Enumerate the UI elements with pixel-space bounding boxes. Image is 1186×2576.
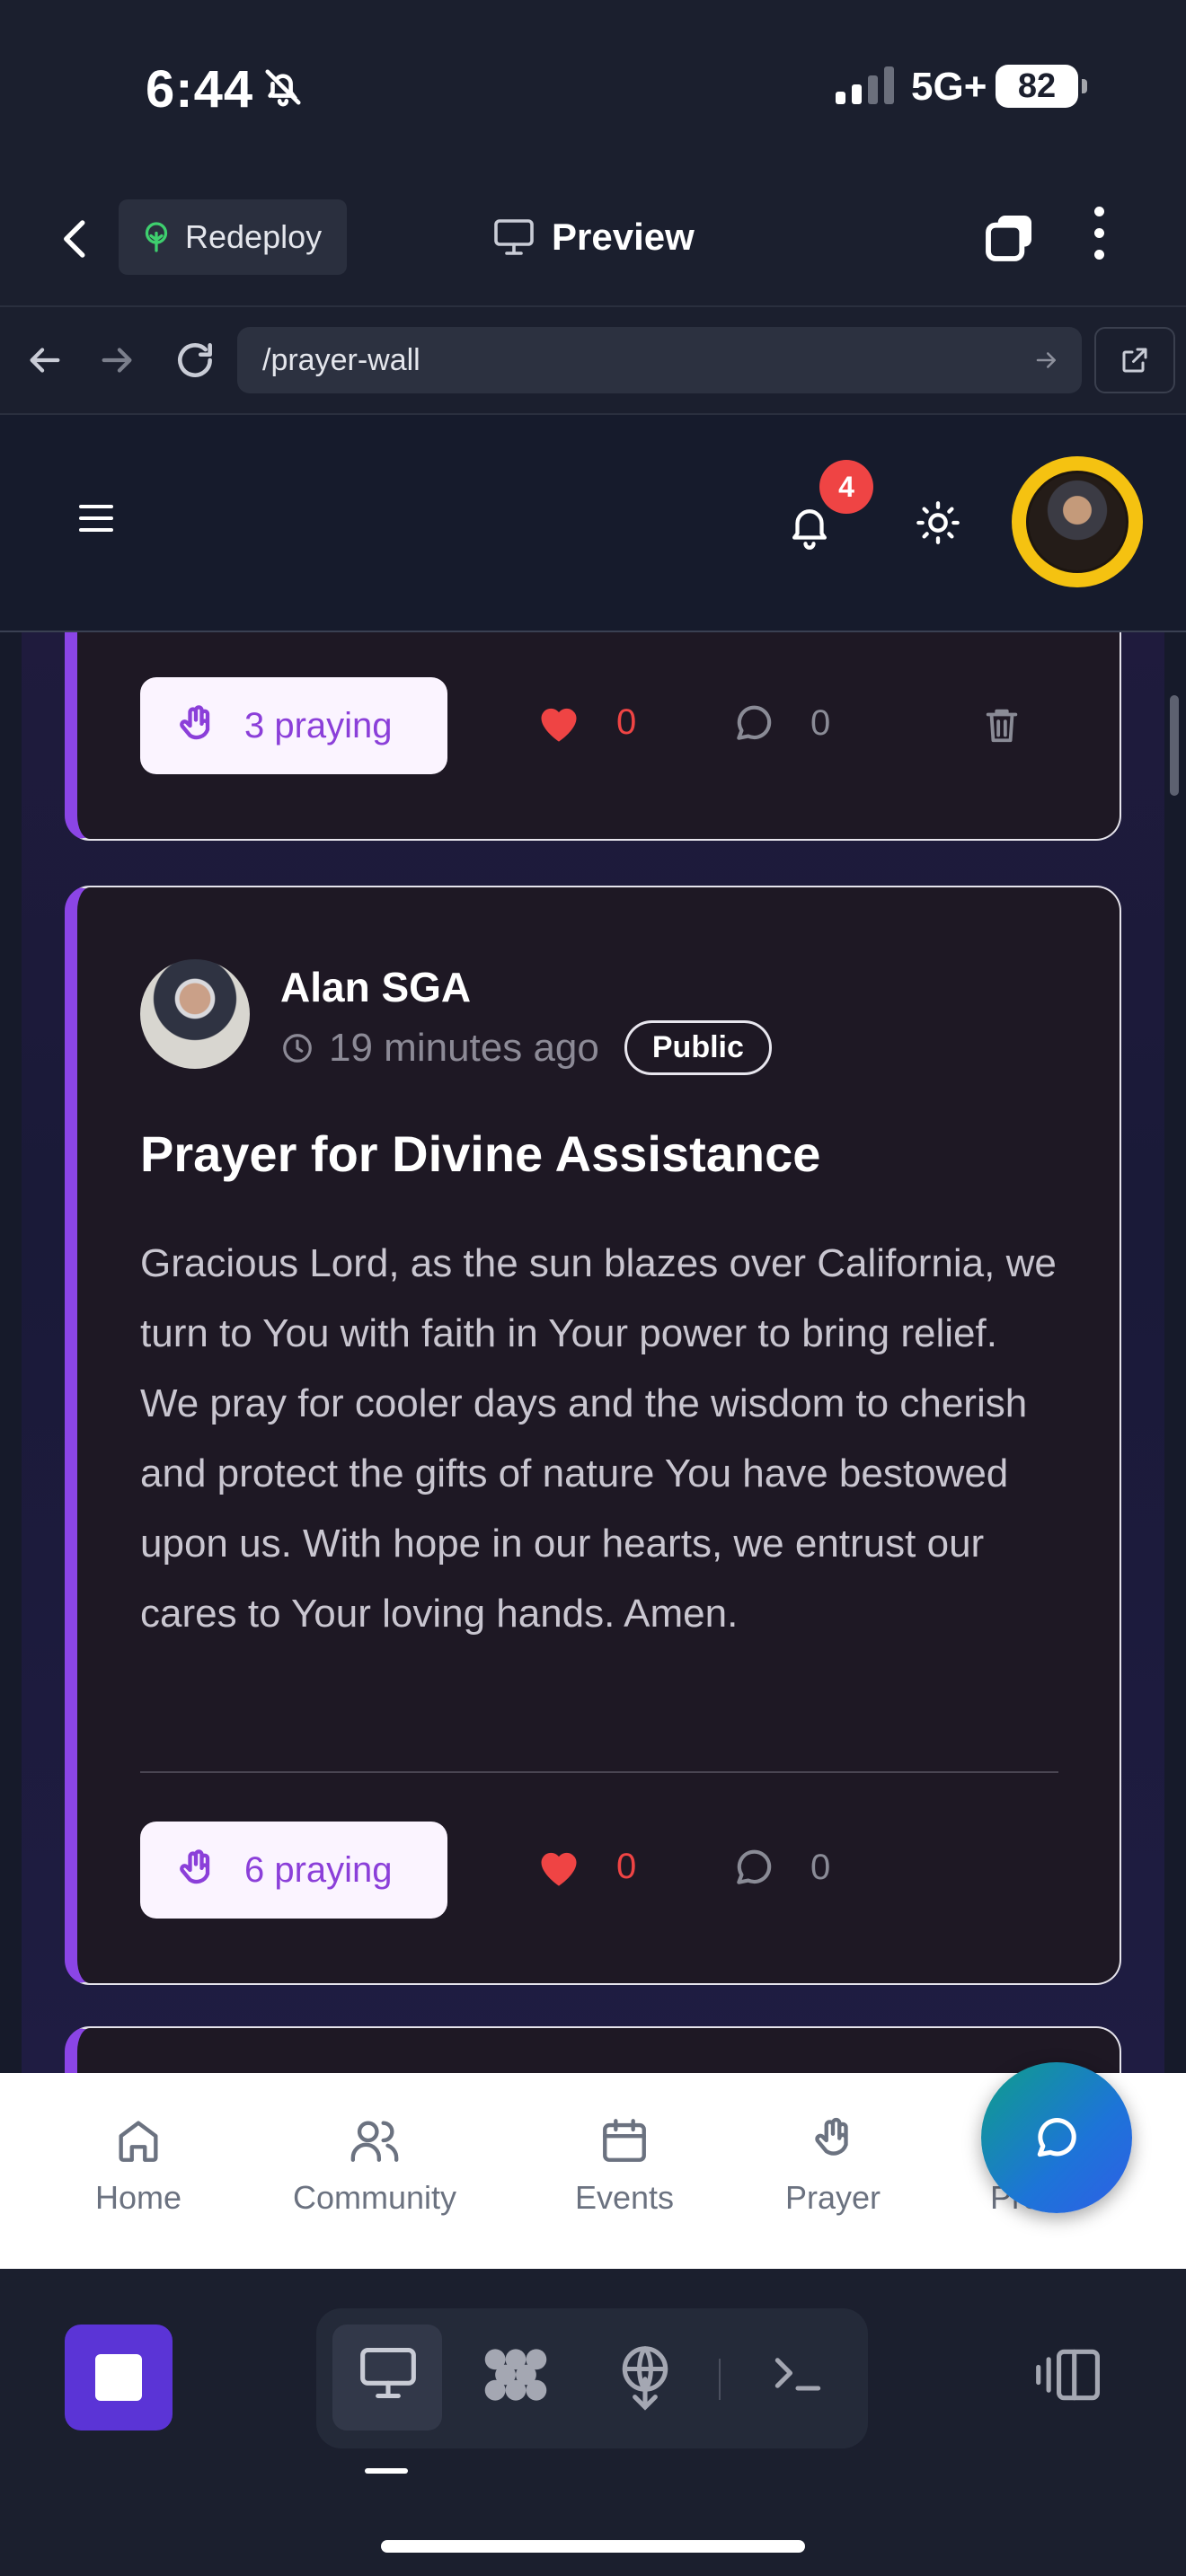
praying-hand-icon xyxy=(180,1849,210,1884)
users-icon xyxy=(350,2121,399,2162)
hand-icon xyxy=(815,2117,848,2156)
stop-button[interactable] xyxy=(65,2325,173,2430)
view-switcher xyxy=(316,2308,868,2448)
author-avatar[interactable] xyxy=(140,959,250,1069)
post-time: 19 minutes ago xyxy=(329,1025,599,1070)
card-divider xyxy=(140,1771,1058,1773)
chat-fab-button[interactable] xyxy=(981,2062,1132,2213)
nav-community-label: Community xyxy=(293,2179,457,2216)
comment-icon xyxy=(737,705,772,740)
nav-home[interactable]: Home xyxy=(95,2114,181,2217)
delete-trash-icon[interactable] xyxy=(981,702,1022,747)
prayer-card-actions: 3 praying xyxy=(140,677,447,774)
notification-count-badge: 4 xyxy=(819,460,873,514)
go-arrow-icon[interactable] xyxy=(1033,347,1060,374)
like-count: 0 xyxy=(616,1846,637,1886)
bell-muted-icon xyxy=(265,69,301,107)
praying-hand-icon xyxy=(180,705,210,740)
monitor-icon[interactable] xyxy=(358,2342,419,2404)
url-text: /prayer-wall xyxy=(262,342,420,377)
nav-events-label: Events xyxy=(575,2179,675,2216)
reload-icon[interactable] xyxy=(173,338,217,383)
side-panel-icon[interactable] xyxy=(1033,2346,1105,2404)
monitor-icon xyxy=(494,219,534,255)
calendar-icon xyxy=(603,2119,646,2162)
nav-home-label: Home xyxy=(95,2179,182,2216)
praying-count: 3 praying xyxy=(244,705,393,745)
post-title: Prayer for Divine Assistance xyxy=(140,1125,821,1182)
browser-back-icon[interactable] xyxy=(23,338,65,383)
post-meta: 19 minutes ago Public xyxy=(280,1020,772,1075)
preview-label: Preview xyxy=(552,216,695,258)
praying-button[interactable]: 6 praying xyxy=(140,1822,447,1919)
chat-bubble-icon xyxy=(1037,2118,1076,2157)
browser-url-bar: /prayer-wall xyxy=(0,305,1186,415)
external-link-icon xyxy=(1122,348,1147,373)
nav-prayer[interactable]: Prayer xyxy=(785,2114,881,2217)
deploy-globe-icon[interactable] xyxy=(615,2342,676,2411)
like-button[interactable]: 0 xyxy=(535,1845,636,1888)
comment-count: 0 xyxy=(810,702,831,743)
browser-forward-icon[interactable] xyxy=(97,338,138,383)
preview-title: Preview xyxy=(492,216,695,259)
comment-button[interactable]: 0 xyxy=(731,1845,830,1890)
apps-grid-icon[interactable] xyxy=(480,2342,552,2407)
like-count: 0 xyxy=(616,701,637,742)
status-time: 6:44 xyxy=(146,60,254,119)
post-body: Gracious Lord, as the sun blazes over Ca… xyxy=(140,1241,1057,1636)
redeploy-label: Redeploy xyxy=(185,218,323,255)
open-external-button[interactable] xyxy=(1094,327,1175,393)
nav-prayer-label: Prayer xyxy=(785,2179,881,2216)
clock-icon xyxy=(283,1033,312,1063)
visibility-badge: Public xyxy=(624,1020,772,1075)
signal-icon xyxy=(836,65,894,104)
more-menu-icon[interactable] xyxy=(1094,207,1104,260)
nav-community[interactable]: Community xyxy=(293,2114,456,2217)
praying-button[interactable]: 3 praying xyxy=(140,677,447,774)
prayer-card xyxy=(65,2026,1121,2073)
back-chevron-icon[interactable] xyxy=(52,210,101,268)
tabs-icon[interactable] xyxy=(981,208,1039,266)
user-avatar[interactable] xyxy=(1012,456,1143,587)
tree-icon xyxy=(145,222,168,252)
praying-count: 6 praying xyxy=(244,1849,393,1890)
author-name[interactable]: Alan SGA xyxy=(280,963,471,1011)
url-input[interactable]: /prayer-wall xyxy=(237,327,1082,393)
comment-button[interactable]: 0 xyxy=(731,701,830,745)
prayer-card: 3 praying 0 0 xyxy=(65,632,1121,841)
heart-icon xyxy=(541,708,577,742)
scrollbar[interactable] xyxy=(1170,695,1179,796)
dev-toolbar xyxy=(0,2269,1186,2576)
app-header: Redeploy Preview xyxy=(0,171,1186,305)
comment-icon xyxy=(737,1849,772,1884)
notification-bell-icon[interactable] xyxy=(785,499,834,551)
prayer-card-actions: 6 praying xyxy=(140,1822,447,1919)
site-header: 4 xyxy=(0,415,1186,632)
redeploy-button[interactable]: Redeploy xyxy=(119,199,347,275)
status-bar: 6:44 5G+ 82 xyxy=(0,0,1186,171)
nav-events[interactable]: Events xyxy=(575,2114,674,2217)
prayer-card: Alan SGA 19 minutes ago Public Prayer fo… xyxy=(65,886,1121,1985)
toolbar-separator xyxy=(719,2359,721,2400)
heart-icon xyxy=(541,1852,577,1886)
network-type: 5G+ xyxy=(911,65,987,109)
stop-square-icon xyxy=(95,2354,142,2401)
terminal-icon[interactable] xyxy=(767,2342,828,2404)
active-tab-indicator xyxy=(365,2468,408,2474)
theme-toggle-sun-icon[interactable] xyxy=(915,499,961,546)
comment-count: 0 xyxy=(810,1847,831,1887)
like-button[interactable]: 0 xyxy=(535,701,636,744)
prayer-wall-feed[interactable]: 3 praying 0 0 Alan SGA 19 minutes ago Pu… xyxy=(0,632,1186,2073)
home-icon xyxy=(119,2121,158,2162)
hamburger-menu-icon[interactable] xyxy=(79,505,113,532)
battery-indicator: 82 xyxy=(996,65,1087,108)
home-indicator[interactable] xyxy=(381,2540,805,2553)
